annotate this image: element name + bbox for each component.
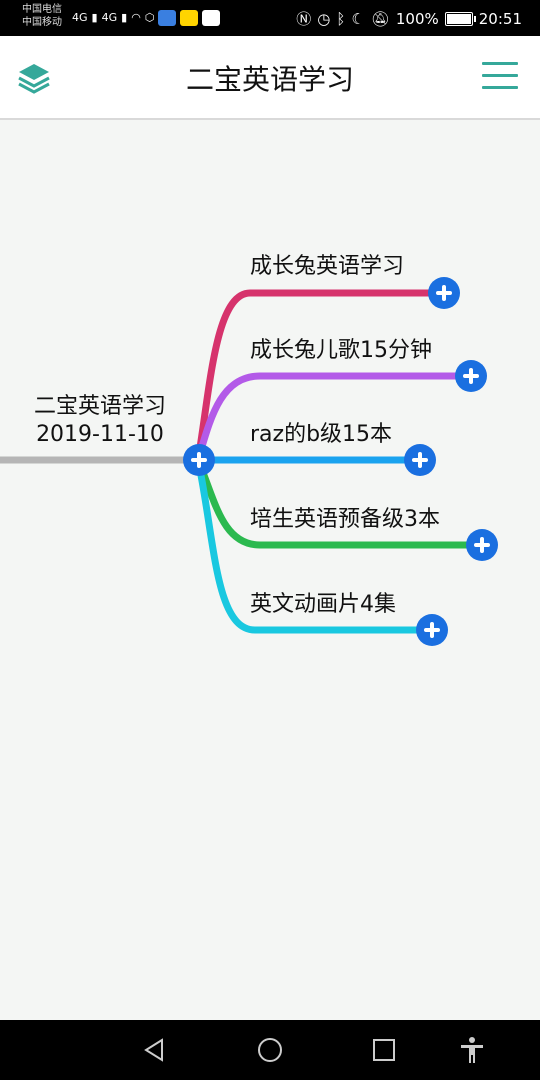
root-date: 2019-11-10 [36,422,164,447]
play-app-icon [202,10,221,26]
wifi-icon: ◠ [131,11,141,24]
branch-4-add-button[interactable] [466,529,498,561]
battery-icon [444,11,476,26]
page-title: 二宝英语学习 [185,63,354,96]
moon-icon: ☾ [351,9,365,28]
root-add-button[interactable] [183,444,215,476]
clock: 20:51 [478,9,522,28]
signal-icon: ▮ [91,11,98,24]
branch-node-5[interactable]: 英文动画片4集 [250,592,396,618]
bluetooth-icon: ᛒ [336,9,346,28]
carrier-1: 中国电信 [22,4,62,15]
yy-app-icon [180,10,199,26]
home-circle-icon[interactable] [256,1036,284,1064]
carrier-2: 中国移动 [22,17,62,28]
status-right: Ⓝ ◷ ᛒ ☾ 🔕︎ 100% 20:51 [296,8,522,29]
menu-icon [482,62,518,89]
mute-icon: 🔕︎ [370,9,390,28]
branch-node-3[interactable]: raz的b级15本 [250,422,392,448]
app-header: 二宝英语学习 [0,36,540,120]
navigation-bar [0,1020,540,1080]
status-bar: 中国电信 中国移动 4G ▮ 4G ▮ ◠ ⬡ Ⓝ ◷ ᛒ ☾ 🔕︎ 100% … [0,0,540,36]
root-node[interactable]: 二宝英语学习 2019-11-10 [20,393,180,449]
carrier-info: 中国电信 中国移动 [22,3,62,29]
branch-node-1[interactable]: 成长兔英语学习 [250,254,404,280]
recents-square-icon[interactable] [370,1036,398,1064]
hexagon-icon: ⬡ [144,11,155,24]
branch-node-4[interactable]: 培生英语预备级3本 [250,507,440,533]
status-icons: 4G ▮ 4G ▮ ◠ ⬡ [72,9,221,27]
nfc-icon: Ⓝ [296,10,312,28]
branch-3-add-button[interactable] [404,444,436,476]
network-type-1: 4G [72,11,88,24]
branch-1-add-button[interactable] [428,277,460,309]
back-triangle-icon[interactable] [140,1036,168,1064]
root-title: 二宝英语学习 [33,394,166,419]
branch-5-add-button[interactable] [416,614,448,646]
branch-node-2[interactable]: 成长兔儿歌15分钟 [250,338,432,364]
mindmap-canvas[interactable]: 二宝英语学习 2019-11-10 成长兔英语学习 成长兔儿歌15分钟 raz的… [0,120,540,1020]
menu-button[interactable] [482,62,518,92]
branch-2-add-button[interactable] [455,360,487,392]
alarm-icon: ◷ [317,9,331,28]
app-notification-icon [158,10,177,26]
network-type-2: 4G [101,11,118,24]
signal-icon: ▮ [121,11,128,24]
battery-percent: 100% [395,9,439,28]
accessibility-icon[interactable] [458,1036,486,1064]
